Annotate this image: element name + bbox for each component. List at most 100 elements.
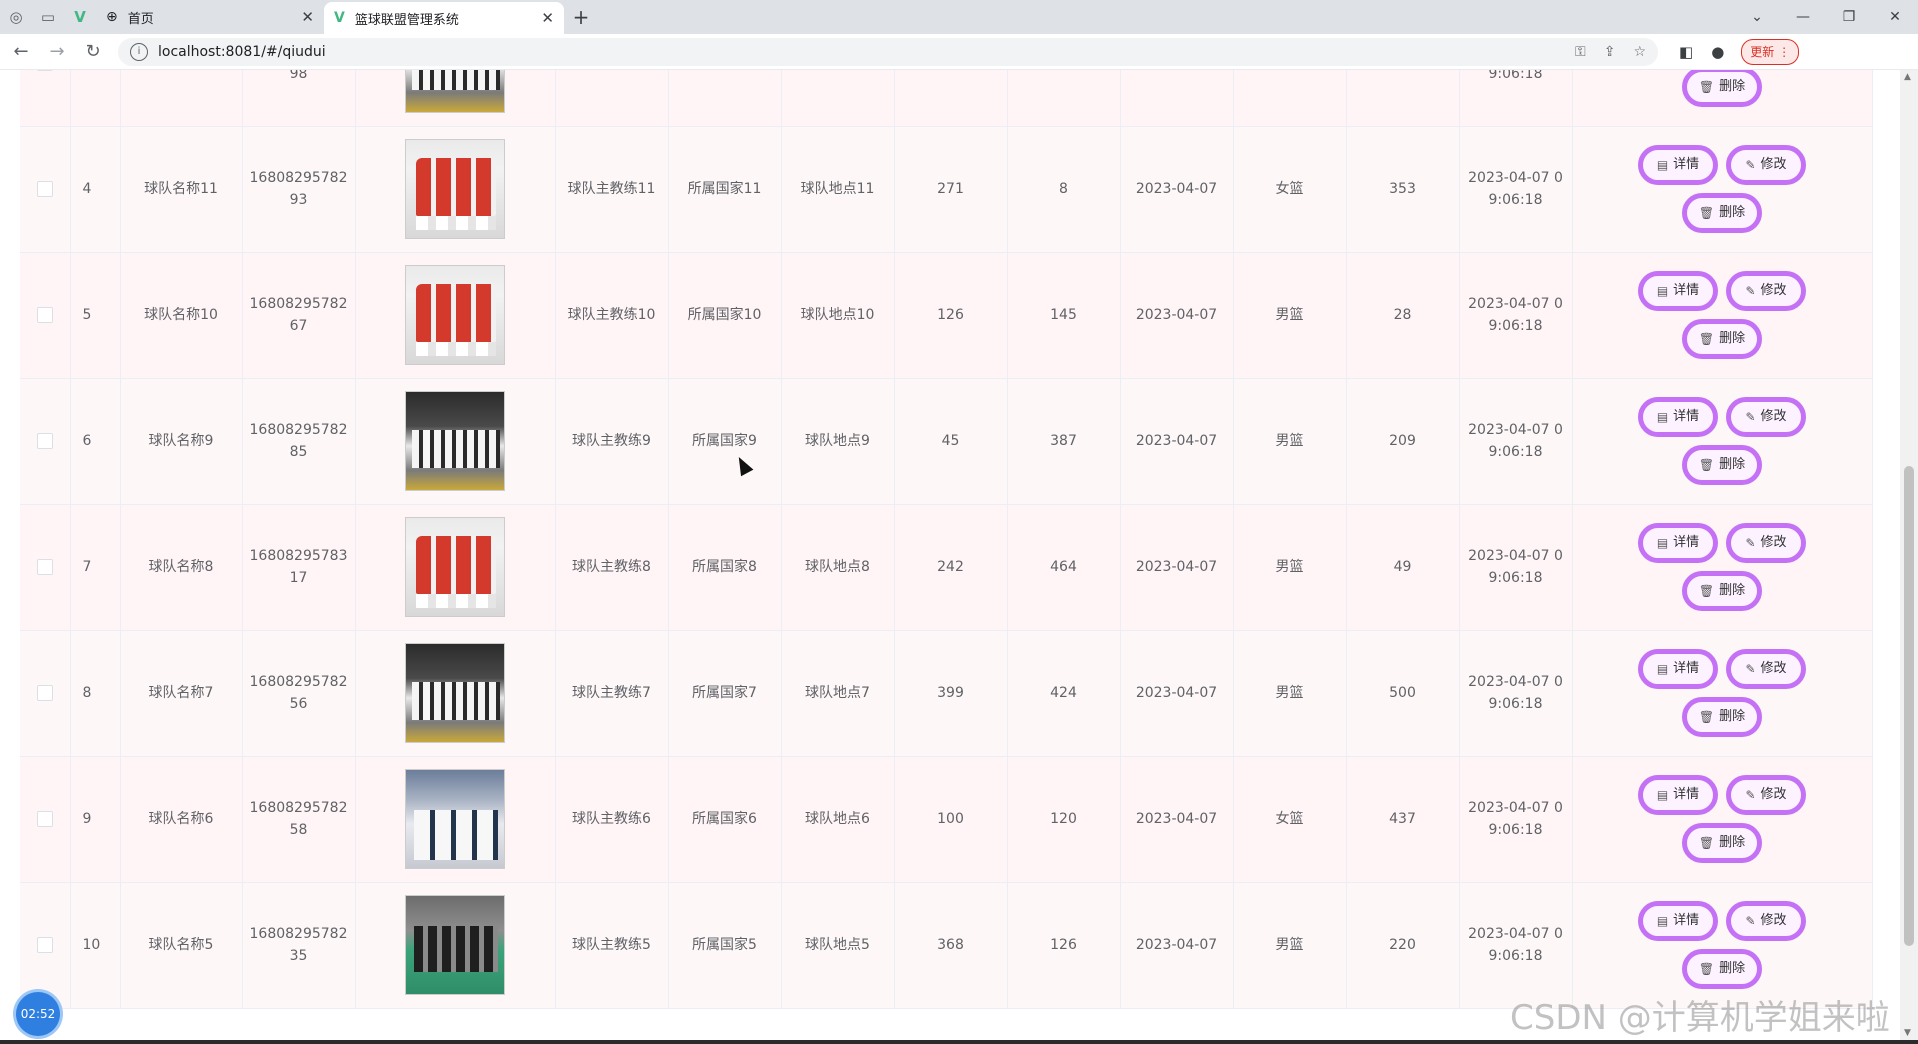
team-name-cell: 球队名称7 — [120, 630, 243, 757]
edit-button[interactable]: ✎ 修改 — [1726, 271, 1806, 311]
scrollbar-thumb[interactable] — [1904, 466, 1914, 946]
delete-button[interactable]: 🗑 删除 — [1681, 823, 1763, 863]
detail-button[interactable]: ▤ 详情 — [1638, 901, 1718, 941]
row-select-cell — [20, 252, 71, 379]
table-row[interactable]: 8 球队名称7 16808295782 56 球队主教练7 所属国家7 球队地点7… — [20, 630, 1873, 757]
delete-button[interactable]: 🗑 删除 — [1681, 193, 1763, 233]
tab-search-icon[interactable]: ◎ — [0, 0, 32, 34]
detail-button[interactable]: ▤ 详情 — [1638, 523, 1718, 563]
site-info-icon[interactable]: i — [130, 42, 148, 61]
key-icon[interactable]: ⚿ — [1575, 44, 1586, 60]
row-checkbox[interactable] — [36, 937, 53, 953]
row-checkbox[interactable] — [36, 307, 53, 323]
table-row[interactable]: 5 球队名称10 16808295782 67 球队主教练10 所属国家10 球队… — [20, 252, 1873, 379]
date-cell: 2023-04-07 — [1120, 756, 1234, 883]
tab-basketball-system[interactable]: V 篮球联盟管理系统 ✕ — [324, 2, 564, 34]
row-checkbox[interactable] — [36, 559, 53, 575]
close-tab-icon[interactable]: ✕ — [301, 8, 314, 26]
team-id-cell: 16808295782 35 — [242, 882, 356, 1009]
back-button[interactable]: ← — [6, 37, 36, 67]
pencil-icon: ✎ — [1745, 158, 1756, 172]
row-checkbox[interactable] — [36, 433, 53, 449]
action-row-top: ▤ 详情 ✎ 修改 — [1638, 145, 1806, 185]
delete-button[interactable]: 🗑 删除 — [1681, 571, 1763, 611]
delete-button[interactable]: 🗑 删除 — [1681, 949, 1763, 989]
table-row[interactable]: 6 球队名称9 16808295782 85 球队主教练9 所属国家9 球队地点9… — [20, 378, 1873, 505]
action-row-top: ▤ 详情 ✎ 修改 — [1638, 901, 1806, 941]
update-button[interactable]: 更新 ⋮ — [1741, 38, 1800, 65]
created-part1: 2023-04-07 0 — [1468, 170, 1563, 186]
profile-icon[interactable]: ● — [1711, 43, 1724, 61]
number1-cell: 242 — [894, 504, 1008, 631]
edit-button[interactable]: ✎ 修改 — [1726, 775, 1806, 815]
trash-icon: 🗑 — [1698, 962, 1715, 976]
team-photo-image[interactable] — [405, 139, 505, 239]
edit-button[interactable]: ✎ 修改 — [1726, 901, 1806, 941]
team-photo-image[interactable] — [405, 769, 505, 869]
team-photo-image[interactable] — [405, 391, 505, 491]
row-checkbox[interactable] — [36, 70, 53, 71]
forward-button[interactable]: → — [42, 37, 72, 67]
detail-button[interactable]: ▤ 详情 — [1638, 649, 1718, 689]
team-photo-image[interactable] — [405, 70, 505, 113]
number3-cell: 500 — [1346, 630, 1460, 757]
new-tab-button[interactable]: + — [564, 0, 598, 34]
table-row[interactable]: 4 球队名称11 16808295782 93 球队主教练11 所属国家11 球队… — [20, 126, 1873, 253]
pinned-tab-icon[interactable]: ▭ — [32, 0, 64, 34]
delete-button[interactable]: 🗑 删除 — [1681, 697, 1763, 737]
scroll-down-arrow-icon[interactable]: ▼ — [1904, 1028, 1911, 1038]
date-cell: 2023-04-07 — [1120, 126, 1234, 253]
close-window-button[interactable]: ✕ — [1872, 0, 1918, 34]
edit-label: 修改 — [1760, 787, 1787, 802]
pinned-vue-tab-icon[interactable]: V — [64, 0, 96, 34]
team-photo-image[interactable] — [405, 643, 505, 743]
team-photo-image[interactable] — [405, 895, 505, 995]
row-checkbox[interactable] — [36, 811, 53, 827]
table-row[interactable]: 7 球队名称8 16808295783 17 球队主教练8 所属国家8 球队地点8… — [20, 504, 1873, 631]
delete-button[interactable]: 🗑 删除 — [1681, 70, 1763, 107]
actions-cell: ▤ 详情 ✎ 修改 🗑 删除 — [1572, 378, 1873, 505]
pencil-icon: ✎ — [1745, 788, 1756, 802]
team-id-cell: 16808295782 85 — [242, 378, 356, 505]
detail-button[interactable]: ▤ 详情 — [1638, 397, 1718, 437]
detail-button[interactable]: ▤ 详情 — [1638, 145, 1718, 185]
edit-button[interactable]: ✎ 修改 — [1726, 145, 1806, 185]
scroll-up-arrow-icon[interactable]: ▲ — [1904, 72, 1911, 82]
vertical-scrollbar[interactable]: ▲ ▼ — [1900, 70, 1918, 1040]
detail-button[interactable]: ▤ 详情 — [1638, 271, 1718, 311]
team-photo-image[interactable] — [405, 517, 505, 617]
edit-button[interactable]: ✎ 修改 — [1726, 397, 1806, 437]
row-checkbox[interactable] — [36, 685, 53, 701]
detail-label: 详情 — [1673, 661, 1700, 676]
team-type-cell: 男篮 — [1233, 252, 1347, 379]
edit-button[interactable]: ✎ 修改 — [1726, 649, 1806, 689]
action-row-top: ▤ 详情 ✎ 修改 — [1638, 649, 1806, 689]
location-cell: 球队地点9 — [781, 378, 895, 505]
reload-button[interactable]: ↻ — [78, 37, 108, 67]
minimize-button[interactable]: — — [1780, 0, 1826, 34]
team-id-part1: 16808295782 — [249, 170, 348, 186]
table-row[interactable]: 9 球队名称6 16808295782 58 球队主教练6 所属国家6 球队地点6… — [20, 756, 1873, 883]
trash-icon: 🗑 — [1698, 332, 1715, 346]
close-tab-icon[interactable]: ✕ — [541, 9, 554, 27]
created-time-cell: 2023-04-07 0 9:06:18 — [1459, 126, 1573, 253]
share-icon[interactable]: ⇪ — [1604, 44, 1616, 60]
created-part2: 9:06:18 — [1488, 318, 1543, 334]
tab-home[interactable]: ⊕ 首页 ✕ — [96, 0, 324, 34]
created-part2: 9:06:18 — [1488, 70, 1543, 82]
created-part1: 2023-04-07 0 — [1468, 800, 1563, 816]
delete-button[interactable]: 🗑 删除 — [1681, 319, 1763, 359]
team-photo-image[interactable] — [405, 265, 505, 365]
team-id-part2: 56 — [289, 696, 308, 712]
edit-button[interactable]: ✎ 修改 — [1726, 523, 1806, 563]
side-panel-icon[interactable]: ◧ — [1679, 43, 1693, 61]
restore-button[interactable]: ❐ — [1826, 0, 1872, 34]
row-checkbox[interactable] — [36, 181, 53, 197]
delete-button[interactable]: 🗑 删除 — [1681, 445, 1763, 485]
address-bar[interactable]: i localhost:8081/#/qiudui ⚿ ⇪ ☆ — [118, 37, 1658, 66]
detail-button[interactable]: ▤ 详情 — [1638, 775, 1718, 815]
tab-list-chevron-icon[interactable]: ⌄ — [1734, 0, 1780, 34]
star-icon[interactable]: ☆ — [1633, 44, 1646, 60]
team-id-cell: 16808295782 58 — [242, 756, 356, 883]
table-row[interactable]: 3 球队名称12 1680829578298 球队主教练12 所属国家12 球队… — [20, 70, 1873, 127]
